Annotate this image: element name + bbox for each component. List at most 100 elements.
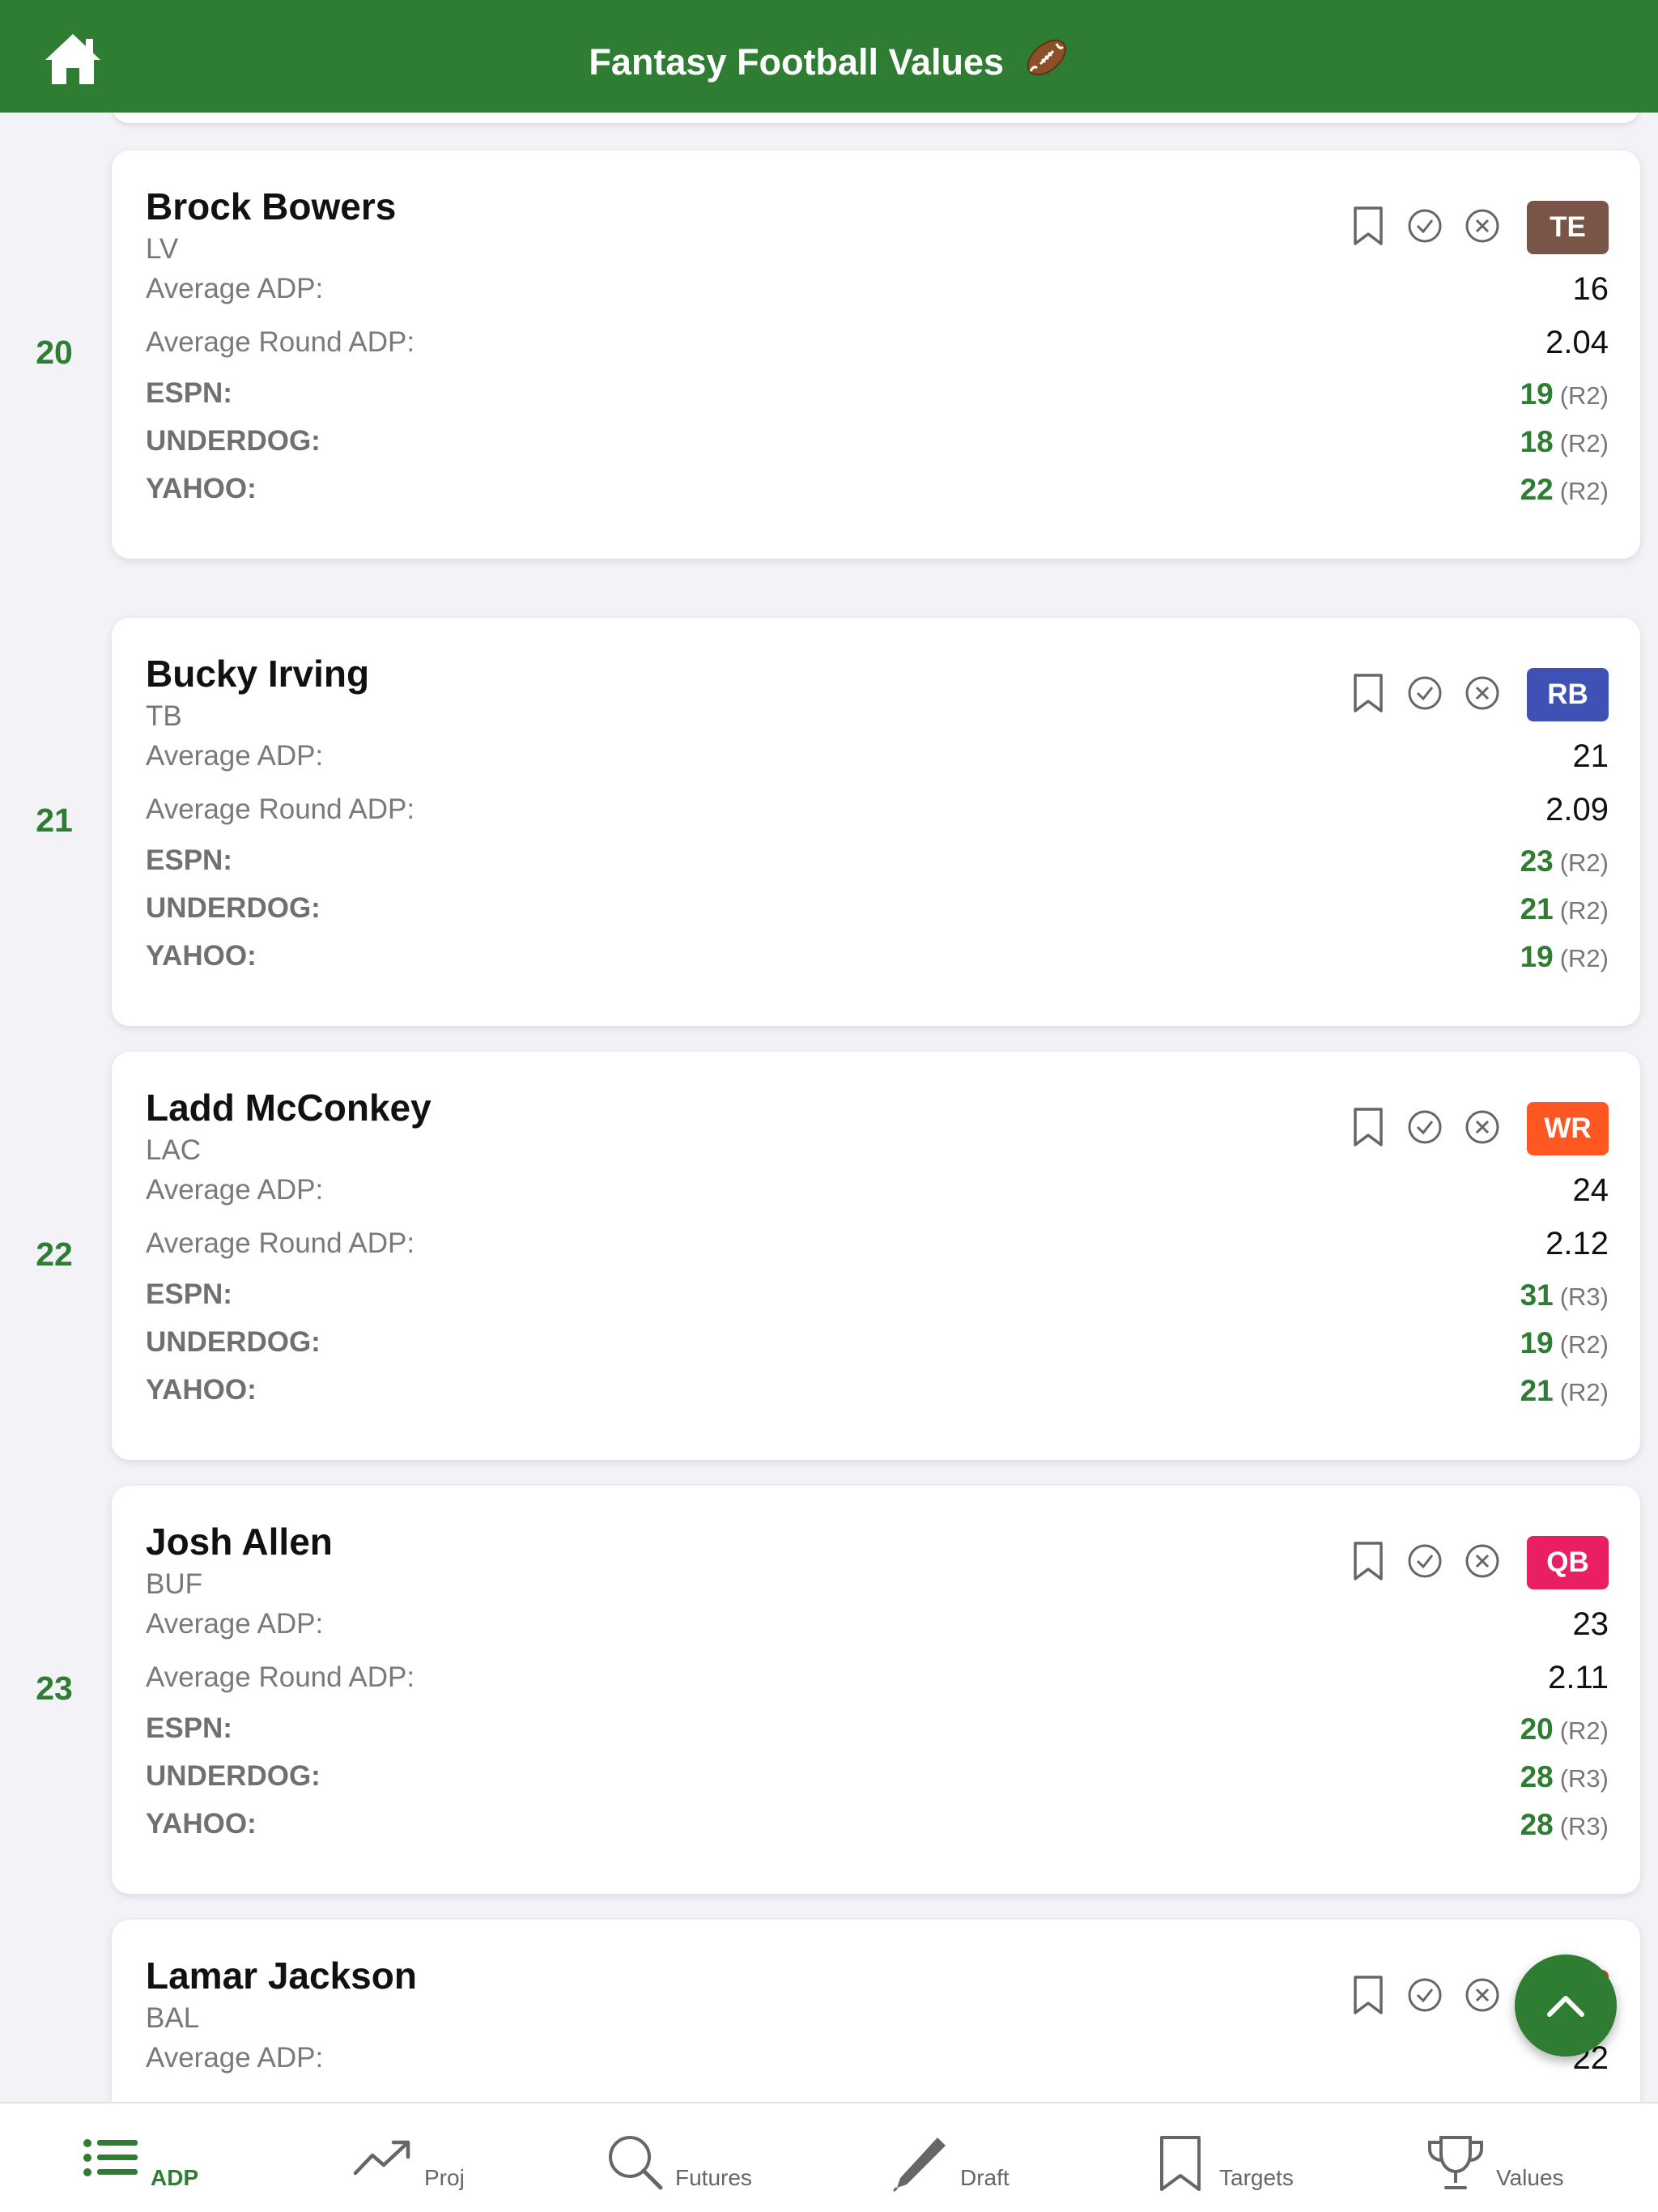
round: (R2) [1559, 944, 1609, 972]
underdog-row: UNDERDOG: 21 (R2) [146, 887, 1609, 933]
bookmark-icon[interactable] [1350, 206, 1386, 246]
player-rank: 20 [36, 334, 73, 371]
x-circle-icon[interactable] [1465, 1541, 1500, 1581]
tab-label: Futures [675, 2165, 752, 2190]
trending-up-icon [353, 2140, 410, 2176]
round: (R3) [1559, 1812, 1609, 1840]
label: UNDERDOG: [146, 1326, 321, 1358]
pick: 18 [1520, 425, 1554, 458]
tab-targets[interactable]: Targets [1156, 2104, 1318, 2212]
label: Average Round ADP: [146, 1661, 415, 1693]
bottom-tab-bar: ADP Proj Futures Draft Targets Values [0, 2102, 1658, 2212]
player-card[interactable]: Ladd McConkey LAC WR Average ADP: 24 Aver… [112, 1052, 1640, 1460]
list-icon [83, 2139, 138, 2176]
x-circle-icon[interactable] [1465, 1107, 1500, 1147]
bookmark-icon[interactable] [1350, 673, 1386, 713]
value: 2.09 [1545, 792, 1609, 827]
chevron-up-icon [1547, 1996, 1584, 2017]
pick: 19 [1520, 940, 1554, 973]
label: Average Round ADP: [146, 1227, 415, 1259]
tab-values[interactable]: Values [1425, 2104, 1587, 2212]
round: (R2) [1559, 381, 1609, 410]
pick: 28 [1520, 1760, 1554, 1793]
round: (R2) [1559, 896, 1609, 925]
pick: 31 [1520, 1278, 1554, 1312]
round: (R2) [1559, 849, 1609, 877]
label: ESPN: [146, 844, 232, 876]
label: Average ADP: [146, 2042, 324, 2074]
round: (R2) [1559, 1716, 1609, 1745]
value: 21 [1572, 738, 1609, 774]
round: (R2) [1559, 1378, 1609, 1406]
check-circle-icon[interactable] [1407, 673, 1443, 713]
player-card[interactable]: Bucky Irving TB RB Average ADP: 21 Averag… [112, 618, 1640, 1026]
check-circle-icon[interactable] [1407, 1107, 1443, 1147]
label: UNDERDOG: [146, 425, 321, 457]
player-card[interactable]: Brock Bowers LV TE Average ADP: 16 Averag… [112, 151, 1640, 559]
avg-adp-row: Average ADP: 24 [146, 1169, 1609, 1214]
player-team: TB [146, 700, 182, 732]
value: 16 [1572, 271, 1609, 307]
player-name: Lamar Jackson [146, 1955, 417, 1997]
underdog-row: UNDERDOG: 18 (R2) [146, 420, 1609, 466]
trophy-icon [1428, 2136, 1483, 2189]
player-team: LAC [146, 1134, 202, 1166]
yahoo-row: YAHOO: 28 (R3) [146, 1803, 1609, 1848]
value: 23 [1572, 1606, 1609, 1642]
pick: 19 [1520, 1326, 1554, 1359]
label: UNDERDOG: [146, 892, 321, 924]
player-name: Josh Allen [146, 1521, 333, 1563]
yahoo-row: YAHOO: 22 (R2) [146, 468, 1609, 513]
label: ESPN: [146, 1278, 232, 1310]
x-circle-icon[interactable] [1465, 1975, 1500, 2015]
label: Average Round ADP: [146, 326, 415, 358]
check-circle-icon[interactable] [1407, 1541, 1443, 1581]
app-header: Fantasy Football Values [0, 0, 1658, 113]
avg-round-adp-row: Average Round ADP: 2.12 [146, 1223, 1609, 1268]
tab-proj[interactable]: Proj [351, 2104, 513, 2212]
scroll-to-top-button[interactable] [1515, 1955, 1617, 2057]
label: YAHOO: [146, 473, 257, 504]
label: YAHOO: [146, 1374, 257, 1406]
underdog-row: UNDERDOG: 28 (R3) [146, 1755, 1609, 1801]
tab-draft[interactable]: Draft [891, 2104, 1052, 2212]
value: 24 [1572, 1172, 1609, 1208]
check-circle-icon[interactable] [1407, 206, 1443, 246]
avg-adp-row: Average ADP: 21 [146, 735, 1609, 781]
round: (R3) [1559, 1764, 1609, 1793]
value: 2.11 [1548, 1660, 1609, 1695]
bookmark-icon[interactable] [1350, 1975, 1386, 2015]
avg-round-adp-row: Average Round ADP: 2.11 [146, 1657, 1609, 1702]
check-circle-icon[interactable] [1407, 1975, 1443, 2015]
player-card[interactable]: Josh Allen BUF QB Average ADP: 23 Average… [112, 1486, 1640, 1894]
position-badge: RB [1527, 668, 1609, 721]
x-circle-icon[interactable] [1465, 206, 1500, 246]
football-icon [1027, 39, 1066, 76]
label: UNDERDOG: [146, 1760, 321, 1792]
label: ESPN: [146, 377, 232, 409]
label: Average Round ADP: [146, 793, 415, 825]
pencil-icon [892, 2138, 946, 2193]
tab-adp[interactable]: ADP [81, 2104, 243, 2212]
page-title-text: Fantasy Football Values [589, 41, 1005, 83]
tab-futures[interactable]: Futures [606, 2104, 767, 2212]
yahoo-row: YAHOO: 19 (R2) [146, 935, 1609, 981]
round: (R2) [1559, 477, 1609, 505]
label: Average ADP: [146, 740, 324, 772]
label: YAHOO: [146, 940, 257, 972]
player-team: BUF [146, 1568, 202, 1600]
espn-row: ESPN: 20 (R2) [146, 1708, 1609, 1753]
player-team: BAL [146, 2002, 200, 2034]
player-name: Ladd McConkey [146, 1087, 432, 1129]
label: Average ADP: [146, 273, 324, 304]
underdog-row: UNDERDOG: 19 (R2) [146, 1321, 1609, 1367]
espn-row: ESPN: 31 (R3) [146, 1274, 1609, 1319]
round: (R3) [1559, 1283, 1609, 1311]
bookmark-icon[interactable] [1350, 1541, 1386, 1581]
x-circle-icon[interactable] [1465, 673, 1500, 713]
pick: 23 [1520, 844, 1554, 878]
player-rank: 22 [36, 1236, 73, 1273]
label: YAHOO: [146, 1808, 257, 1840]
bookmark-icon[interactable] [1350, 1107, 1386, 1147]
pick: 21 [1520, 1374, 1554, 1407]
